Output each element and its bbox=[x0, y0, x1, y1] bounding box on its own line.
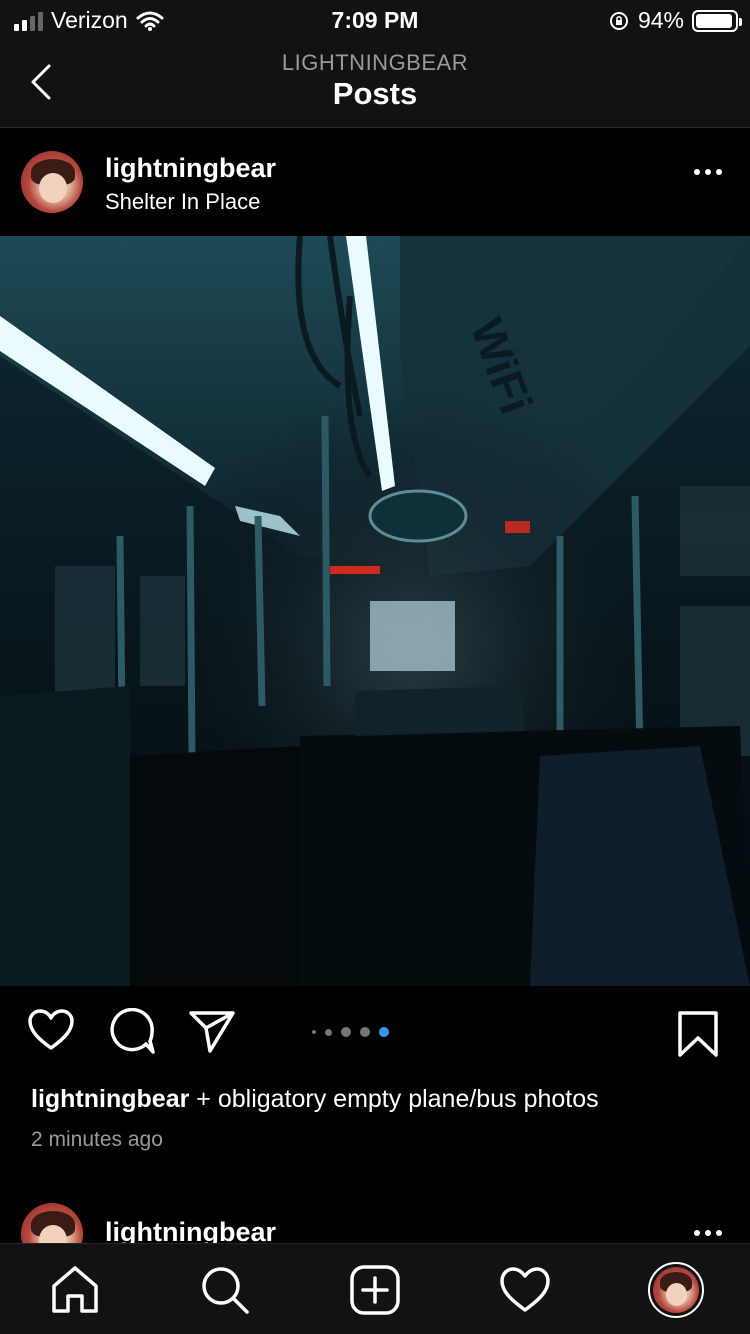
carousel-dot bbox=[325, 1028, 332, 1036]
comment-icon[interactable] bbox=[108, 1008, 156, 1056]
carousel-dot bbox=[312, 1030, 316, 1034]
avatar bbox=[653, 1267, 699, 1313]
search-icon[interactable] bbox=[199, 1264, 251, 1316]
caption-text: + obligatory empty plane/bus photos bbox=[196, 1085, 599, 1113]
next-post-username[interactable]: lightningbear bbox=[105, 1217, 276, 1245]
caption-username[interactable]: lightningbear bbox=[31, 1085, 189, 1113]
carousel-dot bbox=[379, 1027, 389, 1037]
next-post-header: lightningbear bbox=[0, 1195, 750, 1245]
post-timestamp: 2 minutes ago bbox=[31, 1128, 163, 1151]
battery-percent: 94% bbox=[637, 7, 684, 33]
orientation-lock-icon bbox=[609, 11, 628, 30]
post-caption: lightningbear + obligatory empty plane/b… bbox=[31, 1082, 731, 1116]
heart-icon[interactable] bbox=[27, 1008, 75, 1052]
heart-icon[interactable] bbox=[499, 1264, 551, 1316]
tab-bar bbox=[0, 1243, 750, 1334]
carousel-dot bbox=[360, 1027, 370, 1037]
more-horizontal-icon[interactable] bbox=[694, 169, 722, 175]
page-title: Posts bbox=[332, 76, 418, 111]
home-icon[interactable] bbox=[49, 1264, 101, 1316]
carousel-indicator bbox=[312, 1027, 389, 1037]
send-icon[interactable] bbox=[188, 1008, 236, 1054]
nav-header: LIGHTNINGBEAR Posts bbox=[0, 40, 750, 128]
post-image[interactable]: WiFi bbox=[0, 236, 750, 986]
status-bar: Verizon 7:09 PM 94% bbox=[0, 0, 750, 40]
bus-interior-image: WiFi bbox=[0, 236, 750, 986]
profile-tab[interactable] bbox=[648, 1262, 704, 1318]
post-header: lightningbear Shelter In Place bbox=[0, 129, 750, 235]
more-horizontal-icon[interactable] bbox=[694, 1230, 722, 1236]
avatar[interactable] bbox=[21, 1203, 83, 1245]
avatar[interactable] bbox=[21, 151, 83, 213]
carousel-dot bbox=[341, 1027, 351, 1037]
plus-square-icon[interactable] bbox=[349, 1264, 401, 1316]
battery-icon bbox=[692, 9, 742, 32]
post-actions bbox=[0, 986, 750, 1086]
post-username[interactable]: lightningbear bbox=[105, 153, 276, 184]
bookmark-icon[interactable] bbox=[677, 1010, 719, 1058]
nav-subtitle: LIGHTNINGBEAR bbox=[281, 50, 469, 75]
post-location[interactable]: Shelter In Place bbox=[105, 189, 260, 215]
